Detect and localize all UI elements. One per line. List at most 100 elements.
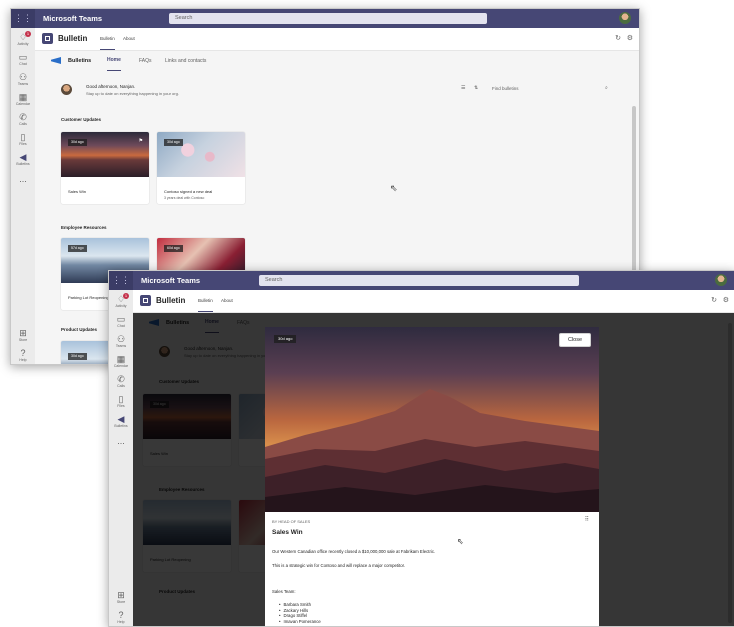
app-title: Microsoft Teams [141, 276, 201, 285]
bulletin-app-icon [140, 295, 151, 306]
close-button[interactable]: Close [559, 333, 591, 347]
app-title: Microsoft Teams [43, 14, 103, 23]
greeting-subtitle: Stay up to date on everything happening … [86, 91, 179, 96]
bulletins-subnav: Bulletins Home FAQs Links and contacts [35, 51, 639, 71]
rail-item-calendar[interactable]: ▦ Calendar [11, 92, 35, 107]
activity-badge: 1 [123, 293, 129, 299]
team-list: Barbara Smith Zackary Hills Drago Stiffe… [279, 602, 321, 624]
app-launcher-icon[interactable]: ⋮⋮ [11, 9, 35, 28]
rail-item-calendar[interactable]: ▦ Calendar [109, 354, 133, 369]
rail-item-store[interactable]: ⊞ Store [11, 328, 35, 343]
filter-icon[interactable]: ☰ [461, 85, 465, 91]
title-bar: ⋮⋮ Microsoft Teams Search [11, 9, 639, 28]
subtab-links[interactable]: Links and contacts [165, 51, 206, 71]
user-avatar [61, 84, 72, 95]
phone-icon: ✆ [117, 374, 125, 384]
settings-icon[interactable]: ⚙ [723, 297, 729, 305]
rail-item-teams[interactable]: ⚇ Teams [11, 72, 35, 87]
card-sales-win[interactable]: 30d ago ⚑ Sales Win [61, 132, 149, 204]
rail-item-store[interactable]: ⊞ Store [109, 590, 133, 605]
pin-icon[interactable]: ⚑ [139, 138, 143, 144]
search-input[interactable]: Search [259, 275, 579, 286]
activity-badge: 1 [25, 31, 31, 37]
bulletin-detail-modal: 30d ago Close BY HEAD OF SALES ⠿ Sales W… [265, 327, 599, 626]
more-options-icon[interactable]: ⠿ [585, 516, 589, 523]
section-title-product: Product Updates [61, 327, 98, 332]
card-title: Contoso signed a new deal [164, 189, 213, 194]
teams-icon: ⚇ [18, 72, 28, 82]
chat-icon: ▭ [18, 52, 28, 62]
help-icon: ? [20, 348, 26, 358]
phone-icon: ✆ [19, 112, 27, 122]
section-title-employee: Employee Resources [61, 225, 107, 230]
rail-item-chat[interactable]: ▭ Chat [11, 52, 35, 67]
rail-item-help[interactable]: ? Help [11, 348, 35, 363]
app-header-title: Bulletin [156, 296, 186, 305]
refresh-icon[interactable]: ↻ [615, 35, 621, 43]
search-icon[interactable]: ⌕ [605, 85, 608, 91]
file-icon: ▯ [118, 394, 124, 404]
tab-bulletin[interactable]: Bulletin [198, 290, 213, 312]
team-member: Imavan Pomerance [279, 619, 321, 625]
bulletins-icon: ◀ [117, 414, 125, 424]
card-age-tag: 60d ago [164, 245, 183, 252]
card-title: Parking Lot Reopening [68, 295, 109, 300]
card-subtitle: 3 years deal with Contoso [164, 196, 205, 200]
bulletins-logo-icon [51, 57, 61, 64]
rail-item-activity[interactable]: ♢ Activity 1 [109, 293, 133, 309]
tab-about[interactable]: About [123, 28, 135, 50]
card-age-tag: 57d ago [68, 245, 87, 252]
bell-icon: ♢ [18, 32, 28, 42]
subtab-faqs[interactable]: FAQs [139, 51, 152, 71]
bulletins-title: Bulletins [68, 58, 92, 64]
app-rail: ♢ Activity 1 ▭ Chat ⚇ Teams ▦ Calendar ✆ Calls… [109, 290, 134, 626]
rail-item-files[interactable]: ▯ Files [11, 132, 35, 147]
teams-icon: ⚇ [116, 334, 126, 344]
subtab-home[interactable]: Home [107, 51, 121, 71]
help-icon: ? [118, 610, 124, 620]
card-age-tag: 30d ago [68, 139, 87, 146]
rail-more-icon[interactable]: ... [11, 174, 35, 184]
rail-item-files[interactable]: ▯ Files [109, 394, 133, 409]
card-age-tag: 30d ago [164, 139, 183, 146]
card-age-tag: 30d ago [68, 353, 87, 360]
store-icon: ⊞ [117, 590, 125, 600]
mouse-cursor: ⇖ [457, 537, 464, 546]
bell-icon: ♢ [116, 294, 126, 304]
app-header: Bulletin Bulletin About ↻ ⚙ [35, 28, 639, 51]
tab-about[interactable]: About [221, 290, 233, 312]
rail-item-teams[interactable]: ⚇ Teams [109, 334, 133, 349]
hero-image: 30d ago Close [265, 327, 599, 512]
profile-avatar[interactable] [715, 274, 727, 286]
app-rail: ♢ Activity 1 ▭ Chat ⚇ Teams ▦ Calendar ✆ Calls… [11, 28, 36, 364]
bulletin-title: Sales Win [272, 529, 303, 536]
app-launcher-icon[interactable]: ⋮⋮ [109, 271, 133, 290]
app-header: Bulletin Bulletin About ↻ ⚙ [133, 290, 734, 313]
section-title-customer: Customer Updates [61, 117, 102, 122]
bulletin-body-2: This is a strategic win for Contoso and … [272, 563, 406, 568]
sort-icon[interactable]: ⇅ [474, 85, 478, 91]
store-icon: ⊞ [19, 328, 27, 338]
rail-item-help[interactable]: ? Help [109, 610, 133, 625]
rail-item-bulletins[interactable]: ◀ Bulletins [11, 152, 35, 167]
profile-avatar[interactable] [619, 12, 631, 24]
rail-item-activity[interactable]: ♢ Activity 1 [11, 31, 35, 47]
app-header-title: Bulletin [58, 34, 88, 43]
rail-item-chat[interactable]: ▭ Chat [109, 314, 133, 329]
calendar-icon: ▦ [116, 354, 126, 364]
refresh-icon[interactable]: ↻ [711, 297, 717, 305]
calendar-icon: ▦ [18, 92, 28, 102]
rail-item-calls[interactable]: ✆ Calls [11, 112, 35, 127]
teams-window-foreground: ⋮⋮ Microsoft Teams Search ♢ Activity 1 ▭ Ch… [108, 270, 734, 627]
card-contoso-deal[interactable]: 30d ago Contoso signed a new deal 3 year… [157, 132, 245, 204]
mouse-cursor: ⇖ [390, 183, 398, 193]
search-input[interactable]: Search [169, 13, 487, 24]
greeting-title: Good afternoon, Nanjan. [86, 84, 136, 89]
chat-icon: ▭ [116, 314, 126, 324]
tab-bulletin[interactable]: Bulletin [100, 28, 115, 50]
find-bulletins-input[interactable]: Find bulletins [492, 86, 519, 91]
rail-more-icon[interactable]: ... [109, 436, 133, 446]
rail-item-calls[interactable]: ✆ Calls [109, 374, 133, 389]
rail-item-bulletins[interactable]: ◀ Bulletins [109, 414, 133, 429]
settings-icon[interactable]: ⚙ [627, 35, 633, 43]
